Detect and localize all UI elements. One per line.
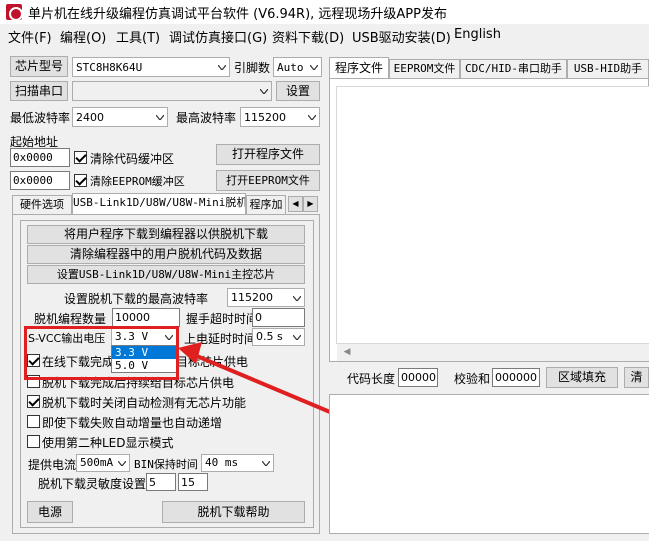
power-button[interactable]: 电源 — [27, 501, 73, 523]
open-eeprom-file-button[interactable]: 打开EEPROM文件 — [216, 170, 320, 191]
port-settings-button[interactable]: 设置 — [276, 81, 320, 101]
code-length-value: 00000 — [398, 368, 438, 387]
min-baud-select[interactable]: 2400 — [72, 107, 168, 127]
pin-count-select[interactable]: Auto — [273, 57, 322, 77]
tab-hardware-options[interactable]: 硬件选项 — [12, 195, 72, 214]
max-baud-label: 最高波特率 — [176, 111, 237, 125]
tab-program-encrypt[interactable]: 程序加 — [246, 195, 286, 214]
supply-current-select[interactable]: 500mA — [76, 454, 130, 472]
chip-model-button[interactable]: 芯片型号 — [10, 56, 68, 77]
eeprom-start-address-input[interactable]: 0x0000 — [10, 171, 70, 190]
menu-downloads[interactable]: 资料下载(D) — [272, 27, 344, 46]
area-fill-button[interactable]: 区域填充 — [546, 367, 618, 388]
horizontal-scrollbar[interactable]: ◀ — [337, 344, 649, 361]
sensitivity-input-b[interactable]: 15 — [178, 473, 208, 491]
log-output-area[interactable] — [329, 394, 649, 534]
bin-hold-time-select[interactable]: 40 ms — [201, 454, 274, 472]
disable-chip-detect-checkbox[interactable] — [27, 395, 40, 408]
clear-programmer-code-button[interactable]: 清除编程器中的用户脱机代码及数据 — [27, 245, 305, 264]
handshake-timeout-label: 握手超时时间 — [186, 312, 259, 326]
min-baud-value: 2400 — [76, 111, 104, 124]
clear-eeprom-buffer-checkbox[interactable] — [74, 174, 87, 187]
tab-serial-assistant[interactable]: CDC/HID-串口助手 — [460, 59, 567, 78]
tab-scroll-left-icon[interactable]: ◀ — [288, 196, 303, 212]
tab-usb-hid-assistant[interactable]: USB-HID助手 — [567, 59, 649, 78]
tab-usb-link-offline[interactable]: USB-Link1D/U8W/U8W-Mini脱机 — [72, 193, 246, 214]
hex-view-area[interactable] — [336, 86, 649, 344]
highlight-box — [24, 326, 179, 380]
checksum-label: 校验和 — [454, 372, 491, 386]
second-led-mode-label: 使用第二种LED显示模式 — [42, 436, 174, 450]
menu-file[interactable]: 文件(F) — [8, 27, 52, 46]
chevron-down-icon — [156, 115, 164, 120]
annotation-arrow-icon — [178, 342, 332, 414]
menu-usb-driver[interactable]: USB驱动安装(D) — [352, 27, 451, 46]
chevron-down-icon — [218, 65, 226, 70]
chevron-down-icon — [260, 89, 268, 94]
chip-model-value: STC8H8K64U — [76, 61, 143, 74]
offline-max-baud-label: 设置脱机下载的最高波特率 — [64, 292, 209, 306]
offline-max-baud-select[interactable]: 115200 — [227, 288, 305, 307]
second-led-mode-checkbox[interactable] — [27, 435, 40, 448]
auto-increment-on-fail-checkbox[interactable] — [27, 415, 40, 428]
menu-tools[interactable]: 工具(T) — [116, 27, 160, 46]
offline-count-input[interactable]: 10000 — [112, 308, 180, 327]
offline-count-label: 脱机编程数量 — [34, 312, 107, 326]
code-length-label: 代码长度 — [347, 372, 396, 386]
port-select[interactable] — [72, 81, 272, 101]
max-baud-value: 115200 — [244, 111, 286, 124]
tab-scroll-arrows[interactable]: ◀ ▶ — [288, 196, 318, 212]
bin-hold-time-value: 40 ms — [205, 456, 239, 469]
handshake-timeout-input[interactable]: 0 — [252, 308, 305, 327]
clear-button[interactable]: 清 — [624, 367, 649, 388]
chevron-down-icon — [118, 461, 126, 466]
open-program-file-button[interactable]: 打开程序文件 — [216, 144, 320, 165]
offline-help-button[interactable]: 脱机下载帮助 — [162, 501, 305, 523]
menu-debug[interactable]: 调试仿真接口(G) — [169, 27, 267, 46]
checksum-value: 000000 — [492, 368, 540, 387]
min-baud-label: 最低波特率 — [10, 111, 71, 125]
tab-eeprom-file[interactable]: EEPROM文件 — [389, 59, 460, 78]
scroll-left-icon[interactable]: ◀ — [339, 344, 355, 360]
chip-model-select[interactable]: STC8H8K64U — [72, 57, 230, 77]
download-to-programmer-button[interactable]: 将用户程序下载到编程器以供脱机下载 — [27, 225, 305, 244]
max-baud-select[interactable]: 115200 — [240, 107, 320, 127]
clear-eeprom-buffer-label: 清除EEPROM缓冲区 — [90, 175, 185, 188]
scan-port-button[interactable]: 扫描串口 — [10, 81, 68, 101]
set-master-chip-button[interactable]: 设置USB-Link1D/U8W/U8W-Mini主控芯片 — [27, 265, 305, 284]
pin-count-label: 引脚数 — [234, 61, 271, 75]
bin-hold-time-label: BIN保持时间 — [134, 458, 198, 471]
chevron-down-icon — [262, 461, 270, 466]
chevron-down-icon — [293, 296, 301, 301]
code-start-address-input[interactable]: 0x0000 — [10, 148, 70, 167]
menu-program[interactable]: 编程(O) — [60, 27, 106, 46]
sensitivity-input-a[interactable]: 5 — [146, 473, 176, 491]
chevron-down-icon — [310, 65, 318, 70]
tab-scroll-right-icon[interactable]: ▶ — [303, 196, 318, 212]
menu-english[interactable]: English — [454, 27, 501, 42]
clear-code-buffer-checkbox[interactable] — [74, 151, 87, 164]
tab-program-file[interactable]: 程序文件 — [329, 57, 389, 78]
clear-code-buffer-label: 清除代码缓冲区 — [90, 152, 175, 166]
supply-current-value: 500mA — [80, 456, 114, 469]
pin-count-value: Auto — [277, 61, 304, 74]
sensitivity-label: 脱机下载灵敏度设置 — [38, 477, 147, 491]
app-logo-icon — [6, 4, 23, 21]
chevron-down-icon — [308, 115, 316, 120]
supply-current-label: 提供电流 — [28, 458, 77, 472]
window-title: 单片机在线升级编程仿真调试平台软件 (V6.94R), 远程现场升级APP发布 — [28, 7, 447, 22]
offline-max-baud-value: 115200 — [231, 291, 273, 304]
